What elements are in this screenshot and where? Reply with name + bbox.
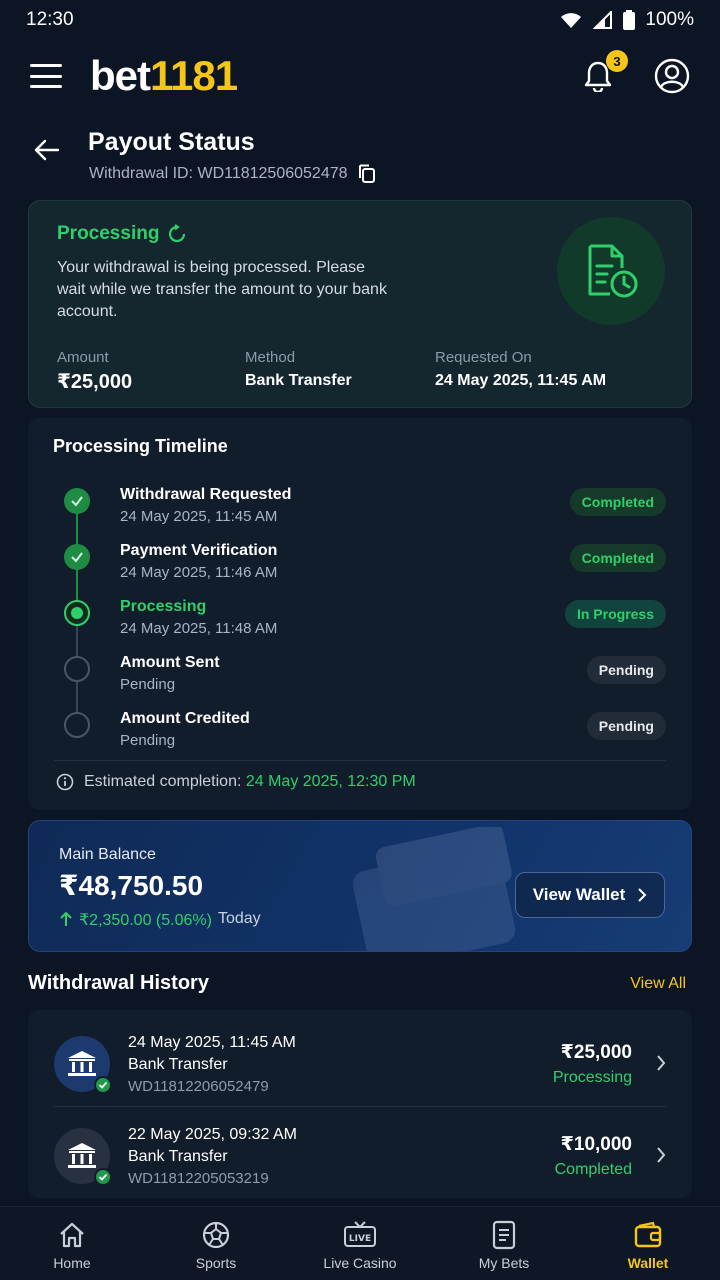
pending-dot-icon bbox=[64, 656, 90, 682]
nav-wallet[interactable]: Wallet bbox=[576, 1207, 720, 1280]
method-value: Bank Transfer bbox=[245, 372, 352, 389]
timeline-step: Withdrawal Requested 24 May 2025, 11:45 … bbox=[28, 484, 692, 534]
nav-sports[interactable]: Sports bbox=[144, 1207, 288, 1280]
soccer-ball-icon bbox=[201, 1219, 231, 1251]
svg-text:LIVE: LIVE bbox=[349, 1234, 371, 1244]
live-tv-icon: LIVE bbox=[343, 1219, 377, 1251]
clock: 12:30 bbox=[26, 9, 74, 30]
status-badge: Completed bbox=[569, 488, 666, 516]
status-badge: Pending bbox=[586, 712, 666, 740]
check-icon bbox=[64, 488, 90, 514]
info-icon bbox=[56, 773, 74, 791]
amount-info: Amount ₹25,000 bbox=[57, 349, 133, 393]
bank-icon bbox=[54, 1036, 112, 1094]
balance-label: Main Balance bbox=[59, 846, 156, 863]
divider bbox=[54, 760, 666, 761]
nav-home[interactable]: Home bbox=[0, 1207, 144, 1280]
method-info: Method Bank Transfer bbox=[245, 349, 352, 389]
amount-value: ₹25,000 bbox=[57, 371, 133, 393]
withdrawal-history-list: 24 May 2025, 11:45 AM Bank Transfer WD11… bbox=[28, 1010, 692, 1198]
nav-live-casino[interactable]: LIVE Live Casino bbox=[288, 1207, 432, 1280]
page-heading: Payout Status Withdrawal ID: WD118125060… bbox=[30, 124, 690, 188]
pending-dot-icon bbox=[64, 712, 90, 738]
status-badge: Completed bbox=[569, 544, 666, 572]
status-badge: Processing bbox=[552, 1069, 632, 1086]
bank-icon bbox=[54, 1128, 112, 1186]
user-icon bbox=[654, 58, 690, 94]
check-icon bbox=[64, 544, 90, 570]
app-header: bet1181 3 bbox=[0, 40, 720, 112]
spinner-icon bbox=[169, 224, 186, 243]
wallet-watermark-icon bbox=[352, 827, 516, 951]
document-clock-icon bbox=[557, 217, 665, 325]
status-description: Your withdrawal is being processed. Plea… bbox=[57, 259, 387, 320]
home-icon bbox=[57, 1219, 87, 1251]
wifi-icon bbox=[561, 13, 582, 28]
chevron-right-icon bbox=[657, 1055, 666, 1071]
status-badge: Pending bbox=[586, 656, 666, 684]
chevron-right-icon bbox=[657, 1147, 666, 1163]
payout-status-card: Processing Your withdrawal is being proc… bbox=[28, 200, 692, 408]
status-heading: Processing bbox=[57, 223, 187, 245]
history-item[interactable]: 24 May 2025, 11:45 AM Bank Transfer WD11… bbox=[28, 1014, 692, 1106]
withdrawal-id: Withdrawal ID: WD11812506052478 bbox=[89, 164, 376, 184]
notification-badge: 3 bbox=[606, 50, 628, 72]
nav-my-bets[interactable]: My Bets bbox=[432, 1207, 576, 1280]
history-title: Withdrawal History bbox=[28, 972, 209, 994]
main-balance-card: Main Balance ₹48,750.50 ₹2,350.00 (5.06%… bbox=[28, 820, 692, 952]
status-icons: 100% bbox=[559, 9, 694, 31]
copy-icon[interactable] bbox=[358, 164, 376, 184]
balance-amount: ₹48,750.50 bbox=[59, 870, 204, 901]
balance-change: ₹2,350.00 (5.06%) Today bbox=[59, 910, 261, 930]
status-badge: Completed bbox=[554, 1161, 632, 1178]
wallet-icon bbox=[633, 1219, 663, 1251]
timeline-title: Processing Timeline bbox=[53, 436, 228, 456]
battery-icon bbox=[623, 10, 636, 30]
view-wallet-button[interactable]: View Wallet bbox=[515, 872, 665, 918]
requested-info: Requested On 24 May 2025, 11:45 AM bbox=[435, 349, 607, 389]
requested-value: 24 May 2025, 11:45 AM bbox=[435, 372, 607, 389]
signal-icon bbox=[593, 11, 613, 29]
notifications-button[interactable]: 3 bbox=[578, 50, 628, 96]
estimated-completion: Estimated completion: 24 May 2025, 12:30… bbox=[56, 773, 416, 791]
chevron-right-icon bbox=[638, 888, 647, 902]
status-badge: In Progress bbox=[564, 600, 666, 628]
timeline-step-active: Processing 24 May 2025, 11:48 AM In Prog… bbox=[28, 596, 692, 646]
progress-dot-icon bbox=[64, 600, 90, 626]
arrow-left-icon bbox=[34, 139, 60, 161]
view-all-link[interactable]: View All bbox=[630, 975, 686, 993]
brand-logo[interactable]: bet1181 bbox=[90, 52, 238, 100]
history-item[interactable]: 22 May 2025, 09:32 AM Bank Transfer WD11… bbox=[28, 1106, 692, 1198]
timeline-step: Payment Verification 24 May 2025, 11:46 … bbox=[28, 540, 692, 590]
back-button[interactable] bbox=[30, 132, 66, 168]
processing-timeline-card: Processing Timeline Withdrawal Requested… bbox=[28, 418, 692, 810]
arrow-up-icon bbox=[60, 911, 72, 926]
status-bar: 12:30 100% bbox=[0, 0, 720, 40]
bottom-navigation: Home Sports LIVE Live Casino My Bets Wal… bbox=[0, 1206, 720, 1280]
page-title: Payout Status bbox=[88, 128, 255, 156]
profile-button[interactable] bbox=[654, 58, 690, 94]
verified-check-icon bbox=[94, 1168, 112, 1186]
timeline-step: Amount Sent Pending Pending bbox=[28, 652, 692, 702]
verified-check-icon bbox=[94, 1076, 112, 1094]
withdrawal-history-header: Withdrawal History View All bbox=[28, 970, 688, 1000]
menu-icon[interactable] bbox=[30, 64, 62, 88]
bet-slip-icon bbox=[491, 1219, 517, 1251]
battery-level: 100% bbox=[645, 9, 694, 30]
timeline-step: Amount Credited Pending Pending bbox=[28, 708, 692, 758]
